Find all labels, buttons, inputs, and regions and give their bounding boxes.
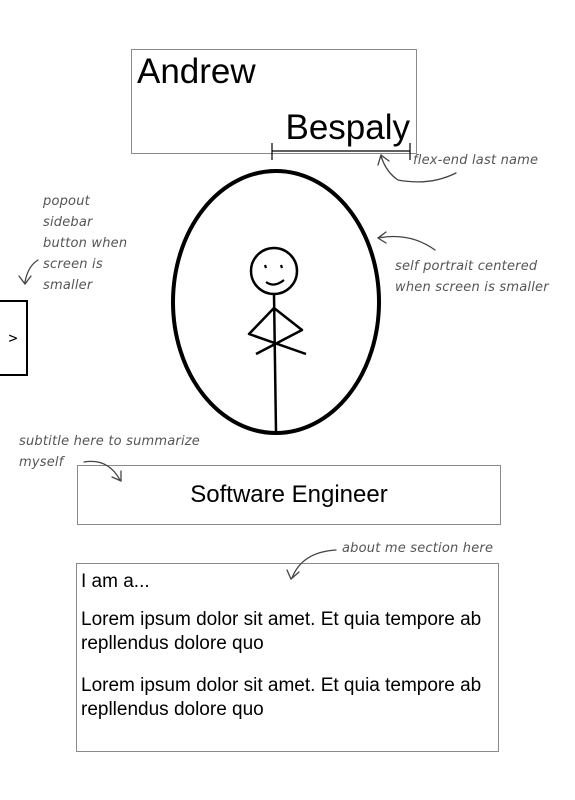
about-section: I am a... Lorem ipsum dolor sit amet. Et…	[76, 563, 499, 752]
about-paragraph: Lorem ipsum dolor sit amet. Et quia temp…	[81, 609, 482, 654]
portrait-frame	[171, 169, 381, 435]
portrait-annotation: self portrait centered when screen is sm…	[395, 259, 549, 295]
first-name: Andrew	[137, 52, 256, 91]
sidebar-annotation: popout sidebar button when screen is sma…	[43, 194, 128, 293]
about-annotation: about me section here	[342, 541, 494, 556]
subtitle: Software Engineer	[77, 465, 501, 525]
last-name-annotation: flex-end last name	[413, 153, 539, 168]
portrait-arrow	[376, 231, 436, 251]
portrait-head	[249, 246, 299, 296]
stick-figure-icon	[171, 169, 381, 435]
about-paragraph: Lorem ipsum dolor sit amet. Et quia temp…	[81, 675, 482, 720]
last-name: Bespaly	[285, 108, 410, 147]
portrait-body	[272, 293, 278, 433]
portrait-face	[263, 264, 285, 286]
name-header: Andrew Bespaly	[131, 49, 417, 154]
portrait-arms	[247, 307, 307, 356]
about-intro: I am a...	[81, 571, 150, 592]
sidebar-arrow	[18, 259, 39, 286]
sidebar-toggle-button[interactable]: >	[0, 300, 28, 376]
subtitle-annotation: subtitle here to summarize myself	[19, 434, 200, 470]
